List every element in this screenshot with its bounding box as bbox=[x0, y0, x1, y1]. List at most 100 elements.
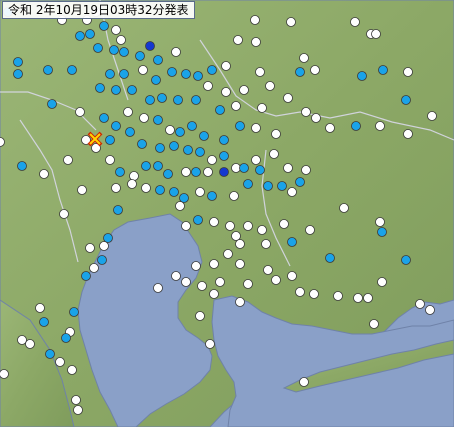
station-dot-light-blue bbox=[47, 99, 57, 109]
station-dot-white bbox=[231, 231, 241, 241]
station-dot-white bbox=[261, 239, 271, 249]
station-dot-light-blue bbox=[105, 69, 115, 79]
station-dot-white bbox=[369, 319, 379, 329]
station-dot-light-blue bbox=[193, 71, 203, 81]
station-dot-light-blue bbox=[99, 113, 109, 123]
station-dot-light-blue bbox=[173, 95, 183, 105]
station-dot-white bbox=[339, 203, 349, 213]
station-dot-white bbox=[141, 183, 151, 193]
station-dot-light-blue bbox=[155, 185, 165, 195]
station-dot-light-blue bbox=[215, 105, 225, 115]
station-dot-white bbox=[235, 239, 245, 249]
station-dot-light-blue bbox=[295, 177, 305, 187]
station-dot-light-blue bbox=[157, 93, 167, 103]
station-dot-white bbox=[403, 129, 413, 139]
station-dot-white bbox=[425, 305, 435, 315]
station-dot-white bbox=[229, 191, 239, 201]
station-dot-dark-blue bbox=[145, 41, 155, 51]
station-dot-light-blue bbox=[153, 115, 163, 125]
station-dot-white bbox=[377, 277, 387, 287]
station-dot-white bbox=[305, 225, 315, 235]
station-dot-white bbox=[207, 155, 217, 165]
station-dot-light-blue bbox=[219, 135, 229, 145]
station-dot-light-blue bbox=[13, 69, 23, 79]
station-dot-white bbox=[283, 93, 293, 103]
station-dot-white bbox=[111, 183, 121, 193]
station-dot-light-blue bbox=[119, 47, 129, 57]
station-dot-white bbox=[195, 187, 205, 197]
station-dot-white bbox=[203, 167, 213, 177]
station-dot-white bbox=[197, 281, 207, 291]
station-dot-light-blue bbox=[85, 29, 95, 39]
station-dot-white bbox=[17, 335, 27, 345]
station-dot-white bbox=[39, 169, 49, 179]
station-dot-white bbox=[205, 339, 215, 349]
station-dot-white bbox=[67, 365, 77, 375]
station-dot-light-blue bbox=[151, 75, 161, 85]
station-dot-light-blue bbox=[97, 255, 107, 265]
station-dot-light-blue bbox=[43, 65, 53, 75]
station-dot-light-blue bbox=[103, 233, 113, 243]
station-dot-white bbox=[129, 171, 139, 181]
station-dot-light-blue bbox=[239, 163, 249, 173]
station-dot-white bbox=[71, 395, 81, 405]
station-dot-white bbox=[255, 67, 265, 77]
station-dot-white bbox=[75, 107, 85, 117]
station-dot-light-blue bbox=[181, 69, 191, 79]
station-dot-white bbox=[375, 121, 385, 131]
station-dot-white bbox=[181, 167, 191, 177]
station-dot-light-blue bbox=[119, 69, 129, 79]
station-dot-light-blue bbox=[153, 55, 163, 65]
station-dot-light-blue bbox=[127, 85, 137, 95]
station-dot-white bbox=[209, 217, 219, 227]
station-dot-light-blue bbox=[207, 191, 217, 201]
seismic-intensity-map: 令和 2年10月19日03時32分発表 bbox=[0, 0, 454, 427]
station-dot-light-blue bbox=[295, 67, 305, 77]
station-dot-white bbox=[279, 219, 289, 229]
station-dot-white bbox=[77, 185, 87, 195]
station-dot-light-blue bbox=[378, 65, 388, 75]
station-dot-light-blue bbox=[235, 121, 245, 131]
station-dot-white bbox=[271, 275, 281, 285]
station-dot-white bbox=[85, 243, 95, 253]
station-dot-white bbox=[209, 289, 219, 299]
station-dot-white bbox=[257, 103, 267, 113]
station-dot-light-blue bbox=[167, 67, 177, 77]
station-dot-light-blue bbox=[113, 205, 123, 215]
station-dot-white bbox=[243, 221, 253, 231]
station-dot-white bbox=[171, 47, 181, 57]
station-dot-white bbox=[223, 249, 233, 259]
station-dot-light-blue bbox=[377, 227, 387, 237]
station-dot-white bbox=[251, 37, 261, 47]
station-dot-light-blue bbox=[179, 193, 189, 203]
station-dot-white bbox=[301, 165, 311, 175]
station-dot-light-blue bbox=[75, 31, 85, 41]
station-dot-white bbox=[250, 15, 260, 25]
station-dot-white bbox=[139, 113, 149, 123]
station-dot-white bbox=[311, 113, 321, 123]
station-dot-dark-blue bbox=[219, 167, 229, 177]
station-dot-white bbox=[251, 155, 261, 165]
station-dot-white bbox=[35, 303, 45, 313]
station-dot-white bbox=[0, 369, 9, 379]
station-dot-light-blue bbox=[115, 167, 125, 177]
station-dot-white bbox=[99, 241, 109, 251]
station-dot-white bbox=[301, 107, 311, 117]
station-dot-light-blue bbox=[109, 45, 119, 55]
station-dot-white bbox=[111, 25, 121, 35]
station-dot-white bbox=[203, 81, 213, 91]
station-dot-white bbox=[221, 87, 231, 97]
station-dot-light-blue bbox=[243, 179, 253, 189]
station-dot-light-blue bbox=[191, 95, 201, 105]
station-dot-white bbox=[295, 287, 305, 297]
station-dot-light-blue bbox=[401, 95, 411, 105]
station-dot-light-blue bbox=[169, 187, 179, 197]
station-dot-light-blue bbox=[135, 51, 145, 61]
station-dot-white bbox=[25, 339, 35, 349]
station-dot-light-blue bbox=[141, 161, 151, 171]
station-dot-white bbox=[181, 221, 191, 231]
station-dot-white bbox=[333, 291, 343, 301]
station-dot-white bbox=[269, 149, 279, 159]
station-dot-light-blue bbox=[195, 147, 205, 157]
station-dot-white bbox=[287, 187, 297, 197]
